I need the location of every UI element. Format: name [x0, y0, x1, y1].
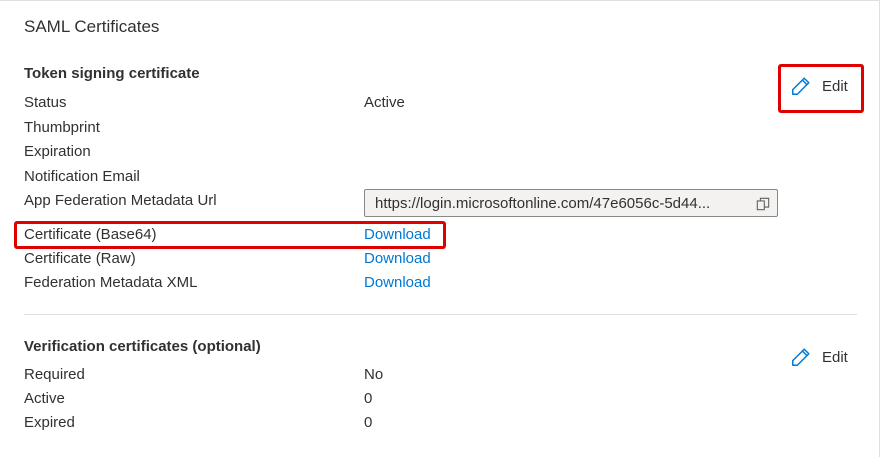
verification-title: Verification certificates (optional)	[24, 338, 261, 355]
active-value: 0	[364, 390, 373, 407]
verification-edit-button[interactable]: Edit	[790, 346, 848, 368]
notification-email-label: Notification Email	[24, 168, 140, 185]
pencil-icon	[792, 348, 810, 366]
expired-label: Expired	[24, 414, 75, 431]
token-signing-edit-button[interactable]: Edit	[790, 75, 848, 97]
thumbprint-label: Thumbprint	[24, 119, 100, 136]
federation-xml-download-link[interactable]: Download	[364, 274, 431, 291]
copy-icon[interactable]	[756, 197, 770, 211]
required-label: Required	[24, 366, 85, 383]
certificate-base64-download-link[interactable]: Download	[364, 226, 431, 243]
expired-value: 0	[364, 414, 373, 431]
metadata-url-label: App Federation Metadata Url	[24, 192, 217, 209]
status-value: Active	[364, 94, 405, 111]
active-label: Active	[24, 390, 65, 407]
certificate-raw-label: Certificate (Raw)	[24, 250, 136, 267]
edit-label: Edit	[822, 348, 848, 366]
certificate-base64-label: Certificate (Base64)	[24, 226, 157, 243]
metadata-url-value: https://login.microsoftonline.com/47e605…	[375, 194, 711, 212]
expiration-label: Expiration	[24, 143, 91, 160]
pencil-icon	[792, 77, 810, 95]
section-title: SAML Certificates	[24, 17, 160, 36]
federation-xml-label: Federation Metadata XML	[24, 274, 198, 291]
section-divider	[24, 314, 857, 315]
status-label: Status	[24, 94, 67, 111]
token-signing-title: Token signing certificate	[24, 65, 200, 82]
certificate-raw-download-link[interactable]: Download	[364, 250, 431, 267]
edit-label: Edit	[822, 77, 848, 95]
required-value: No	[364, 366, 384, 383]
metadata-url-field[interactable]: https://login.microsoftonline.com/47e605…	[364, 189, 778, 217]
